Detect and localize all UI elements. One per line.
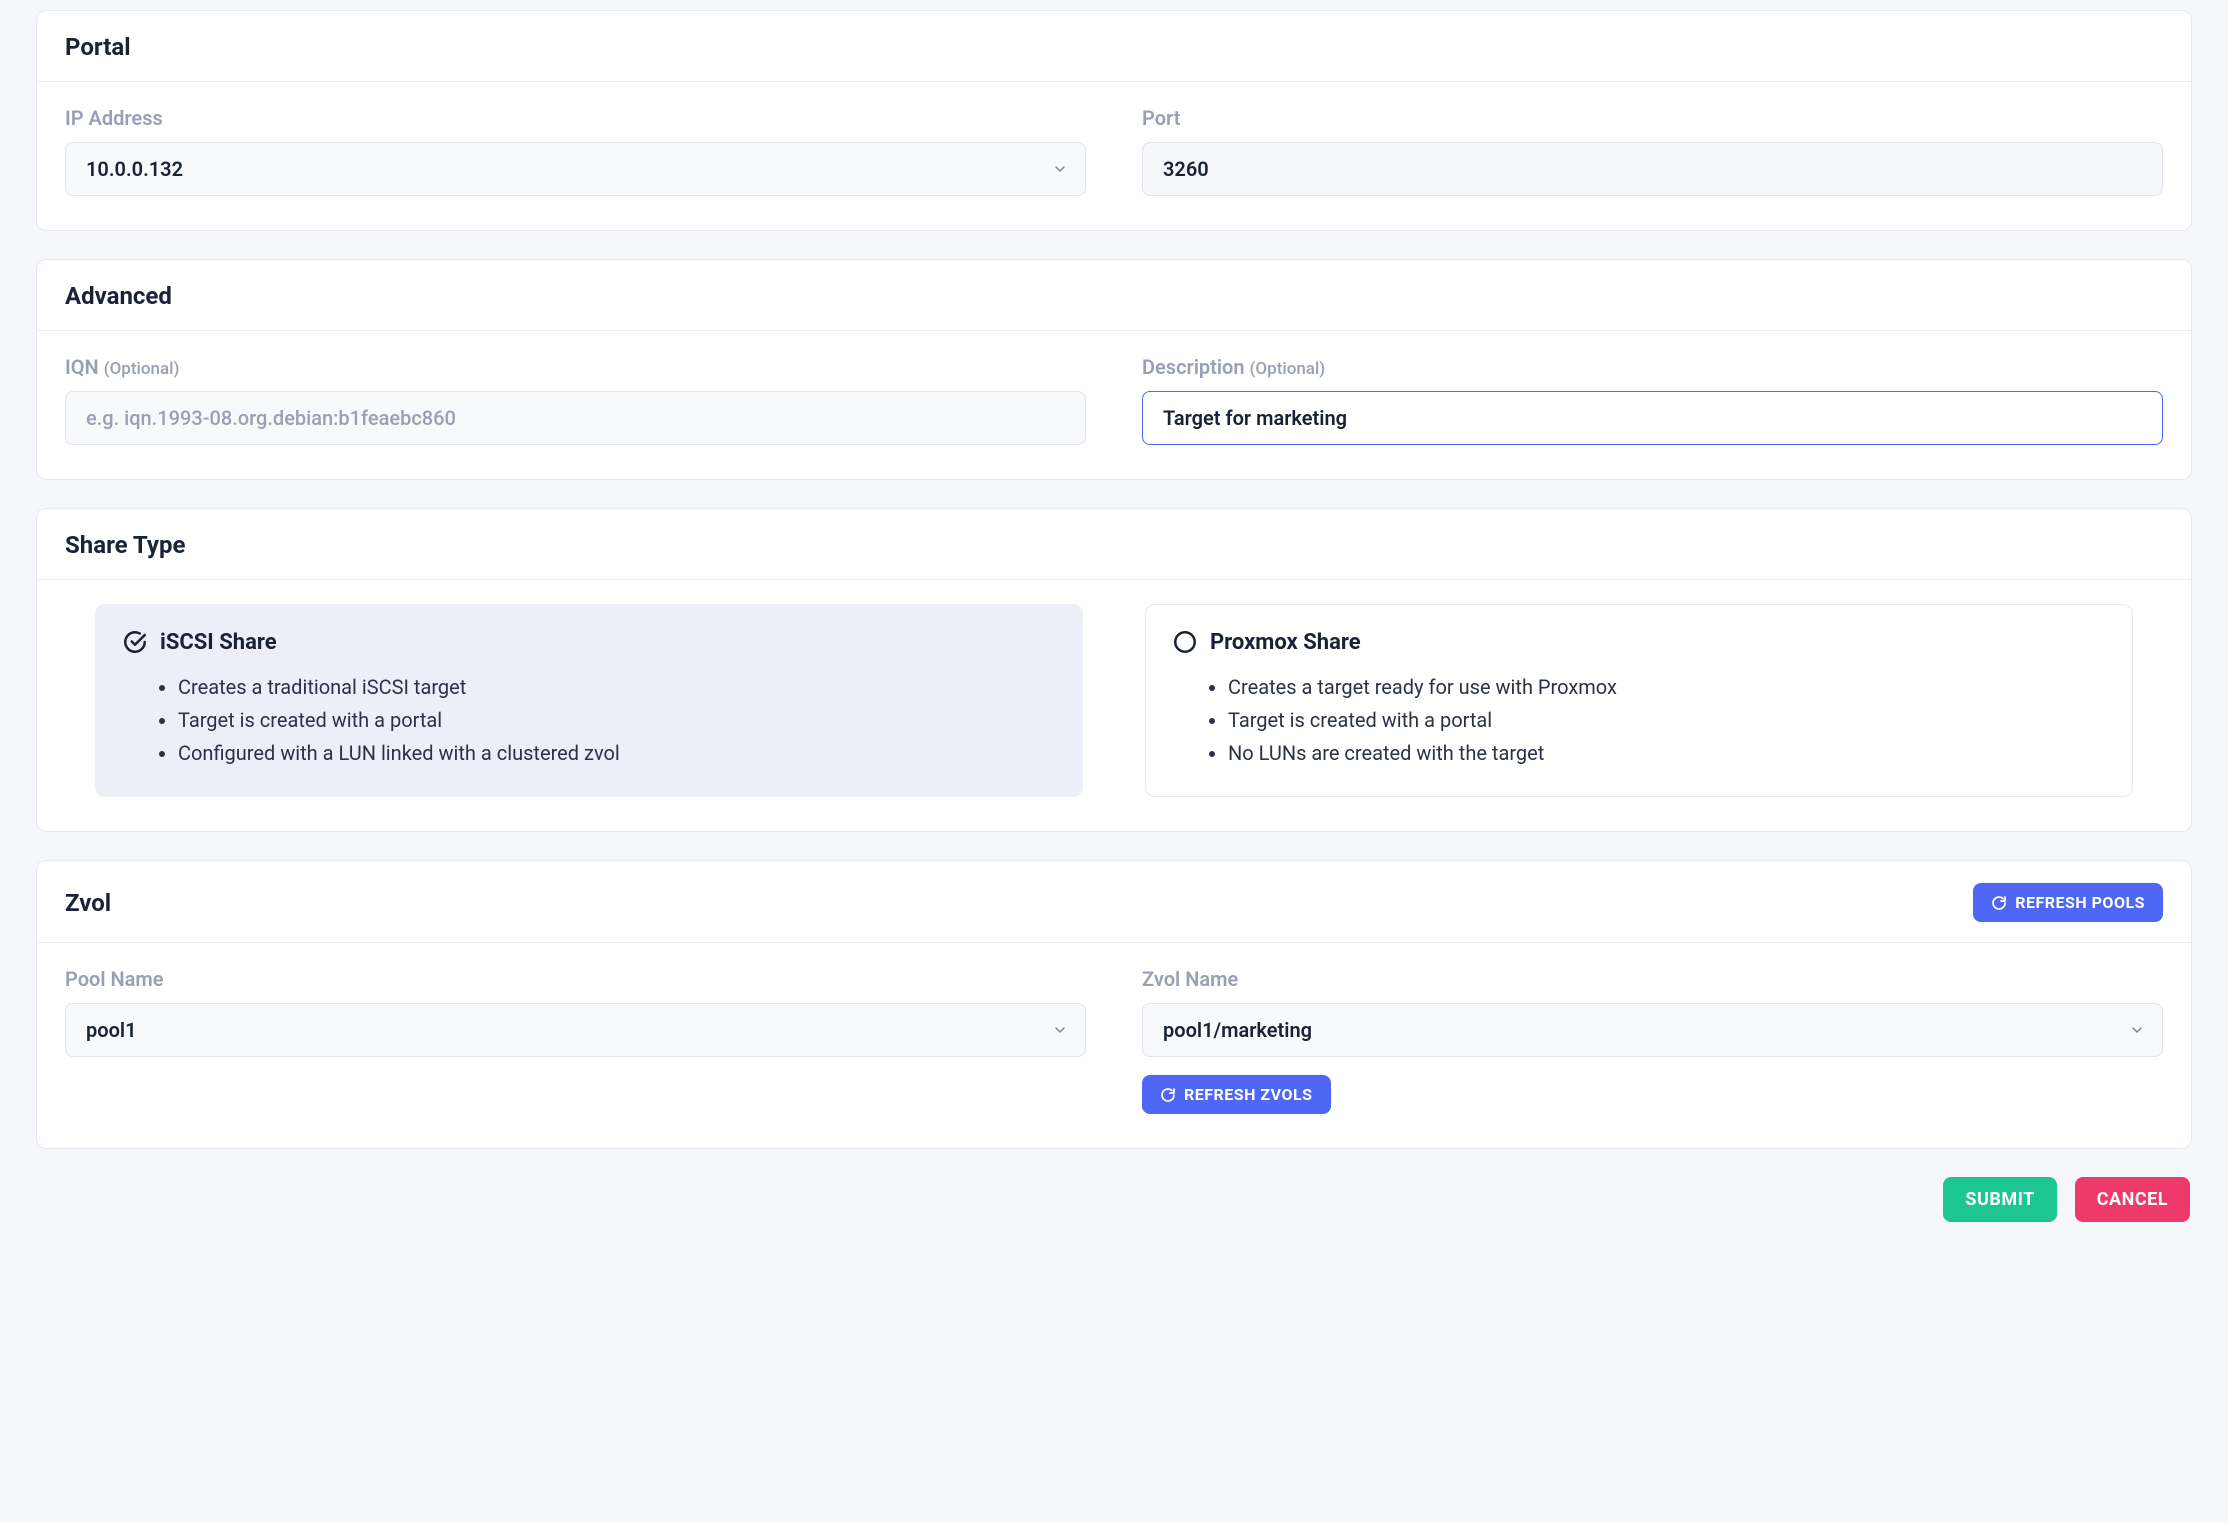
advanced-title: Advanced: [65, 282, 2163, 310]
radio-unchecked-icon: [1172, 629, 1198, 655]
footer-actions: SUBMIT CANCEL: [36, 1177, 2192, 1222]
zvol-section: Zvol REFRESH POOLS Pool Name: [36, 860, 2192, 1149]
port-label: Port: [1142, 106, 2163, 130]
cancel-button[interactable]: CANCEL: [2075, 1177, 2190, 1222]
sharetype-header: Share Type: [37, 509, 2191, 580]
list-item: Target is created with a portal: [178, 704, 1056, 737]
zvol-header: Zvol REFRESH POOLS: [37, 861, 2191, 943]
list-item: No LUNs are created with the target: [1228, 737, 2106, 770]
pool-name-select[interactable]: [65, 1003, 1086, 1057]
sharetype-title: Share Type: [65, 531, 2163, 559]
refresh-pools-label: REFRESH POOLS: [2015, 893, 2145, 912]
description-label: Description (Optional): [1142, 355, 2163, 379]
submit-button[interactable]: SUBMIT: [1943, 1177, 2056, 1222]
sharetype-section: Share Type iSCSI Share Creates a traditi…: [36, 508, 2192, 832]
description-input[interactable]: [1142, 391, 2163, 445]
share-option-proxmox-label: Proxmox Share: [1210, 630, 1361, 655]
iqn-label-text: IQN: [65, 355, 99, 379]
portal-title: Portal: [65, 33, 2163, 61]
iqn-input[interactable]: [65, 391, 1086, 445]
ip-address-label: IP Address: [65, 106, 1086, 130]
zvol-name-label: Zvol Name: [1142, 967, 2163, 991]
check-circle-icon: [122, 629, 148, 655]
share-option-proxmox[interactable]: Proxmox Share Creates a target ready for…: [1145, 604, 2133, 797]
portal-section: Portal IP Address Port: [36, 10, 2192, 231]
advanced-header: Advanced: [37, 260, 2191, 331]
share-option-iscsi-label: iSCSI Share: [160, 630, 277, 655]
port-input[interactable]: [1142, 142, 2163, 196]
portal-header: Portal: [37, 11, 2191, 82]
refresh-icon: [1991, 895, 2007, 911]
list-item: Target is created with a portal: [1228, 704, 2106, 737]
refresh-zvols-label: REFRESH ZVOLS: [1184, 1085, 1313, 1104]
description-label-text: Description: [1142, 355, 1245, 379]
ip-address-select[interactable]: [65, 142, 1086, 196]
list-item: Creates a traditional iSCSI target: [178, 671, 1056, 704]
list-item: Creates a target ready for use with Prox…: [1228, 671, 2106, 704]
iqn-label: IQN (Optional): [65, 355, 1086, 379]
refresh-pools-button[interactable]: REFRESH POOLS: [1973, 883, 2163, 922]
pool-name-label: Pool Name: [65, 967, 1086, 991]
refresh-zvols-button[interactable]: REFRESH ZVOLS: [1142, 1075, 1331, 1114]
list-item: Configured with a LUN linked with a clus…: [178, 737, 1056, 770]
share-option-iscsi[interactable]: iSCSI Share Creates a traditional iSCSI …: [95, 604, 1083, 797]
zvol-title: Zvol: [65, 889, 111, 917]
iqn-optional: (Optional): [104, 359, 180, 379]
refresh-icon: [1160, 1087, 1176, 1103]
advanced-section: Advanced IQN (Optional) Description (Opt…: [36, 259, 2192, 480]
zvol-name-select[interactable]: [1142, 1003, 2163, 1057]
description-optional: (Optional): [1250, 359, 1326, 379]
